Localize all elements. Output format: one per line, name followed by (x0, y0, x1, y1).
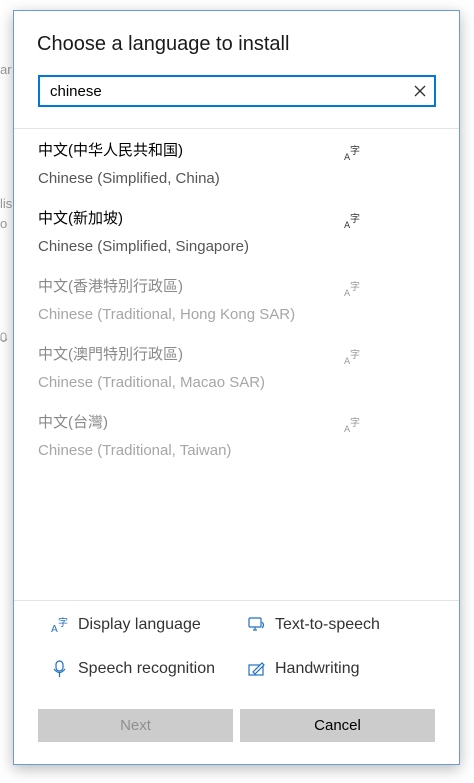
language-english-name: Chinese (Traditional, Hong Kong SAR) (38, 306, 296, 323)
language-item-zh-hk: 中文(香港特別行政區) Chinese (Traditional, Hong K… (14, 271, 459, 339)
search-box[interactable] (38, 75, 436, 107)
background-text-fragment: o (0, 216, 8, 231)
background-text-fragment: lis (0, 196, 13, 211)
language-english-name: Chinese (Traditional, Macao SAR) (38, 374, 266, 391)
language-native-name: 中文(新加坡) (38, 210, 123, 227)
svg-text:字: 字 (350, 349, 360, 361)
feature-label: Display language (78, 616, 201, 633)
text-to-speech-icon (248, 617, 265, 631)
display-language-font-icon: A 字 (344, 213, 360, 229)
svg-text:字: 字 (350, 145, 360, 157)
language-native-name: 中文(香港特別行政區) (38, 278, 183, 295)
display-language-font-icon: A 字 (344, 349, 360, 365)
language-item-zh-mo: 中文(澳門特別行政區) Chinese (Traditional, Macao … (14, 339, 459, 407)
search-input[interactable] (50, 77, 400, 105)
feature-label: Text-to-speech (275, 616, 380, 633)
feature-label: Speech recognition (78, 660, 215, 677)
microphone-icon (53, 660, 66, 677)
language-item-zh-cn[interactable]: 中文(中华人民共和国) Chinese (Simplified, China) … (14, 135, 459, 203)
display-language-font-icon: A 字 (344, 145, 360, 161)
language-native-name: 中文(澳門特別行政區) (38, 346, 183, 363)
display-language-font-icon: A 字 (344, 417, 360, 433)
feature-label: Handwriting (275, 660, 360, 677)
divider (14, 600, 459, 601)
display-language-font-icon: A 字 (344, 281, 360, 297)
language-item-zh-sg[interactable]: 中文(新加坡) Chinese (Simplified, Singapore) … (14, 203, 459, 271)
divider (14, 128, 459, 129)
language-english-name: Chinese (Simplified, China) (38, 170, 220, 187)
language-item-zh-tw: 中文(台灣) Chinese (Traditional, Taiwan) A 字 (14, 407, 459, 475)
svg-text:字: 字 (350, 417, 360, 429)
svg-text:A: A (51, 624, 58, 634)
next-button[interactable]: Next (38, 709, 233, 742)
svg-text:字: 字 (58, 616, 68, 629)
language-english-name: Chinese (Simplified, Singapore) (38, 238, 249, 255)
display-language-icon: A 字 (51, 616, 68, 634)
dialog-title: Choose a language to install (37, 33, 290, 55)
background-text-fragment: ar (0, 62, 12, 77)
cancel-button[interactable]: Cancel (240, 709, 435, 742)
language-english-name: Chinese (Traditional, Taiwan) (38, 442, 232, 459)
language-native-name: 中文(中华人民共和国) (38, 142, 183, 159)
svg-text:字: 字 (350, 213, 360, 225)
clear-search-icon[interactable] (410, 81, 430, 101)
language-native-name: 中文(台灣) (38, 414, 108, 431)
choose-language-dialog: Choose a language to install 中文(中华人民共和国)… (13, 10, 460, 765)
svg-text:字: 字 (350, 281, 360, 293)
background-microphone-icon (0, 332, 8, 342)
handwriting-icon (248, 662, 265, 676)
